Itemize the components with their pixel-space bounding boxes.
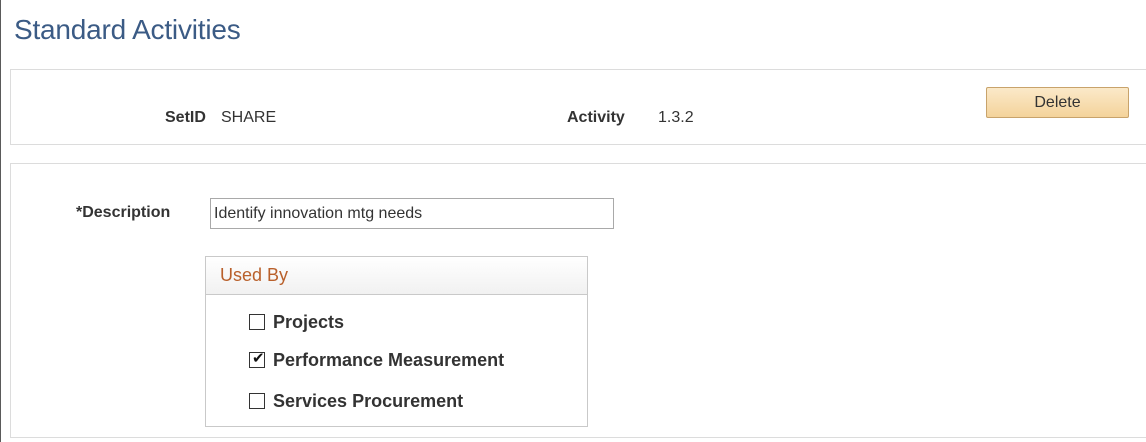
header-panel (10, 69, 1146, 145)
window-left-border (0, 0, 1, 442)
delete-button[interactable]: Delete (986, 87, 1129, 118)
description-input[interactable] (210, 198, 614, 229)
checkbox-row-performance-measurement[interactable]: ✔ Performance Measurement (249, 349, 504, 371)
projects-checkbox[interactable] (249, 314, 265, 330)
performance-measurement-checkbox[interactable]: ✔ (249, 350, 265, 368)
activity-value: 1.3.2 (658, 109, 694, 126)
page-title: Standard Activities (14, 14, 241, 45)
checkbox-row-projects[interactable]: Projects (249, 311, 344, 333)
used-by-group: Used By Projects ✔ Performance Measureme… (205, 256, 588, 427)
projects-label: Projects (273, 311, 345, 332)
activity-label: Activity (567, 109, 625, 126)
setid-label: SetID (165, 109, 206, 126)
used-by-header: Used By (206, 257, 587, 295)
services-procurement-label: Services Procurement (273, 390, 464, 411)
used-by-title: Used By (220, 265, 289, 285)
performance-measurement-label: Performance Measurement (273, 349, 505, 370)
setid-value: SHARE (221, 109, 277, 126)
checkbox-row-services-procurement[interactable]: Services Procurement (249, 390, 463, 412)
checkmark-icon: ✔ (252, 350, 265, 367)
description-label: *Description (76, 204, 171, 221)
services-procurement-checkbox[interactable] (249, 393, 265, 409)
